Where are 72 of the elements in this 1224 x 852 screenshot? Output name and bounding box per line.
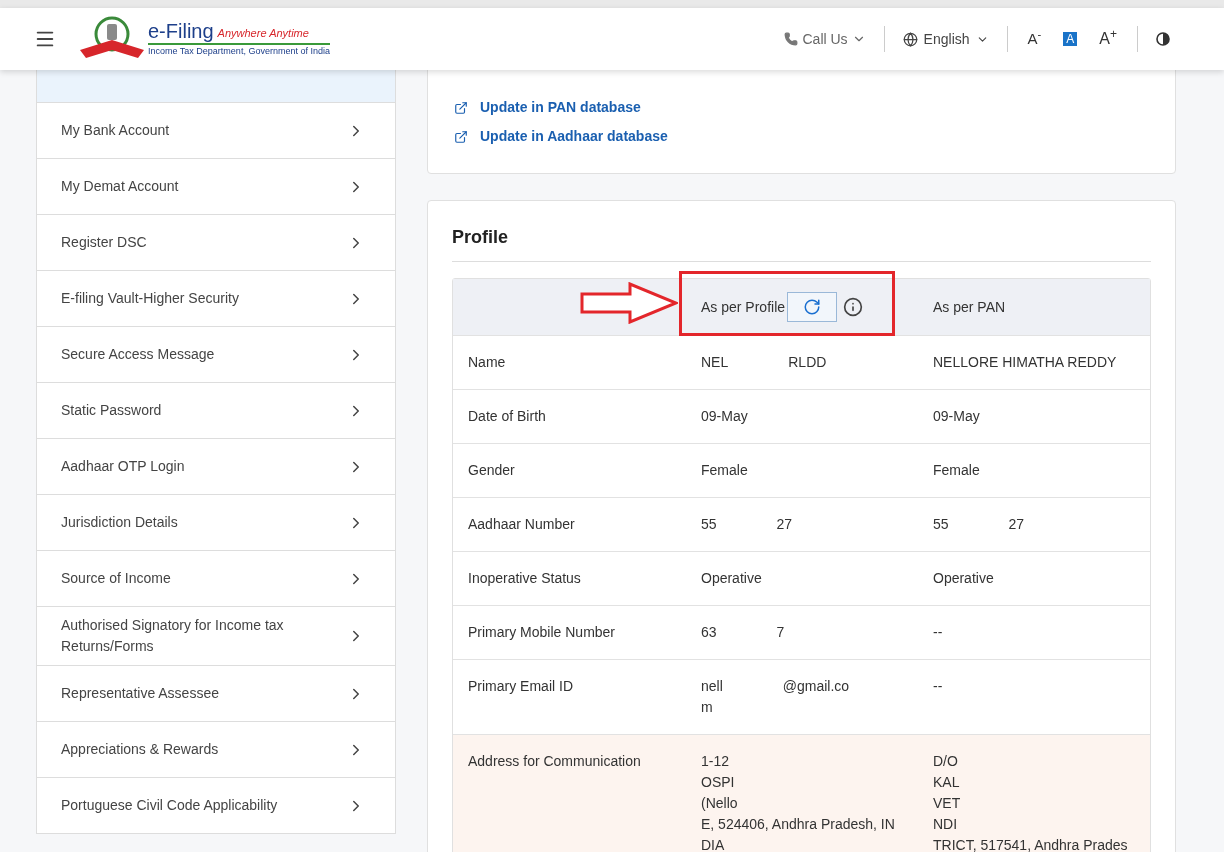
cell-value: 63 bbox=[701, 623, 717, 642]
row-label: Primary Email ID bbox=[468, 677, 574, 696]
cell-value: nell bbox=[701, 677, 723, 696]
cell-value: NELLORE HIMATHA REDDY bbox=[933, 353, 1117, 372]
cell-value: 09-May bbox=[933, 407, 980, 426]
section-title: Profile bbox=[452, 225, 1151, 262]
sidebar-item[interactable]: Secure Access Message bbox=[36, 327, 396, 383]
external-link-icon bbox=[454, 100, 468, 115]
logo-subtitle: Income Tax Department, Government of India bbox=[148, 44, 330, 58]
call-us-dropdown[interactable]: Call Us bbox=[784, 28, 866, 50]
cell-value: 1-12 bbox=[701, 752, 730, 771]
row-label: Name bbox=[468, 353, 507, 372]
sidebar-item[interactable]: My Demat Account bbox=[36, 159, 396, 215]
column-header: As per Profile bbox=[701, 297, 786, 317]
refresh-icon bbox=[803, 298, 822, 316]
cell-value: 27 bbox=[1008, 515, 1025, 534]
cell-value: m bbox=[701, 698, 713, 717]
sidebar-item[interactable]: My Bank Account bbox=[36, 103, 396, 159]
sidebar-item[interactable]: Portuguese Civil Code Applicability bbox=[36, 778, 396, 834]
logo-tagline: Anywhere Anytime bbox=[217, 26, 309, 42]
sidebar-item[interactable]: Register DSC bbox=[36, 215, 396, 271]
refresh-button[interactable] bbox=[787, 292, 838, 322]
cell-value: KAL bbox=[933, 773, 960, 792]
external-link-icon bbox=[454, 129, 468, 144]
cell-value: DIA bbox=[701, 836, 725, 852]
contrast-icon[interactable] bbox=[1156, 32, 1170, 46]
cell-value: Operative bbox=[701, 569, 762, 588]
increase-font-button[interactable]: A$^{+}$ bbox=[1097, 27, 1119, 51]
row-label: Gender bbox=[468, 461, 516, 480]
info-icon[interactable] bbox=[843, 297, 864, 317]
row-label: Date of Birth bbox=[468, 407, 547, 426]
cell-value: -- bbox=[933, 677, 943, 696]
column-header: As per PAN bbox=[933, 297, 1006, 317]
cell-value: TRICT, 517541, Andhra Prades bbox=[933, 836, 1128, 852]
cell-value: 7 bbox=[776, 623, 785, 642]
globe-icon bbox=[902, 31, 918, 47]
cell-value: OSPI bbox=[701, 773, 735, 792]
cell-value: @gmail.co bbox=[782, 677, 850, 696]
cell-value: (Nello bbox=[701, 794, 738, 813]
external-link[interactable]: Update in PAN database bbox=[454, 97, 1149, 118]
cell-value: VET bbox=[933, 794, 961, 813]
cell-value: Female bbox=[701, 461, 748, 480]
cell-value: RLDD bbox=[788, 353, 827, 372]
sidebar-item[interactable]: Representative Assessee bbox=[36, 666, 396, 722]
sidebar-item[interactable]: Source of Income bbox=[36, 551, 396, 607]
cell-value: Female bbox=[933, 461, 980, 480]
cell-value: 55 bbox=[701, 515, 717, 534]
row-label: Inoperative Status bbox=[468, 569, 582, 588]
sidebar-item[interactable]: Authorised Signatory for Income tax Returns/Forms bbox=[36, 607, 396, 666]
sidebar-item[interactable]: Appreciations & Rewards bbox=[36, 722, 396, 778]
cell-value: 27 bbox=[776, 515, 793, 534]
cell-value: 55 bbox=[933, 515, 949, 534]
cell-value: -- bbox=[933, 623, 943, 642]
cell-value: NDI bbox=[933, 815, 958, 834]
cell-value: 09-May bbox=[701, 407, 748, 426]
default-font-button[interactable]: A bbox=[1063, 32, 1078, 46]
cell-value: NEL bbox=[701, 353, 729, 372]
external-link[interactable]: Update in Aadhaar database bbox=[454, 126, 1149, 147]
language-dropdown[interactable]: English bbox=[902, 28, 989, 50]
cell-value: E, 524406, Andhra Pradesh, IN bbox=[701, 815, 895, 834]
row-label: Primary Mobile Number bbox=[468, 623, 617, 642]
phone-icon bbox=[784, 32, 799, 46]
row-label: Address for Communication bbox=[468, 752, 642, 771]
sidebar-item[interactable]: Jurisdiction Details bbox=[36, 495, 396, 551]
cell-value: Operative bbox=[933, 569, 994, 588]
sidebar-item[interactable]: Static Password bbox=[36, 383, 396, 439]
sidebar-item[interactable]: E-filing Vault-Higher Security bbox=[36, 271, 396, 327]
sidebar-item[interactable]: Aadhaar OTP Login bbox=[36, 439, 396, 495]
logo-title: e-Filing bbox=[148, 19, 214, 42]
cell-value: D/O bbox=[933, 752, 958, 771]
decrease-font-button[interactable]: A$^{-}$ bbox=[1025, 27, 1044, 51]
row-label: Aadhaar Number bbox=[468, 515, 576, 534]
